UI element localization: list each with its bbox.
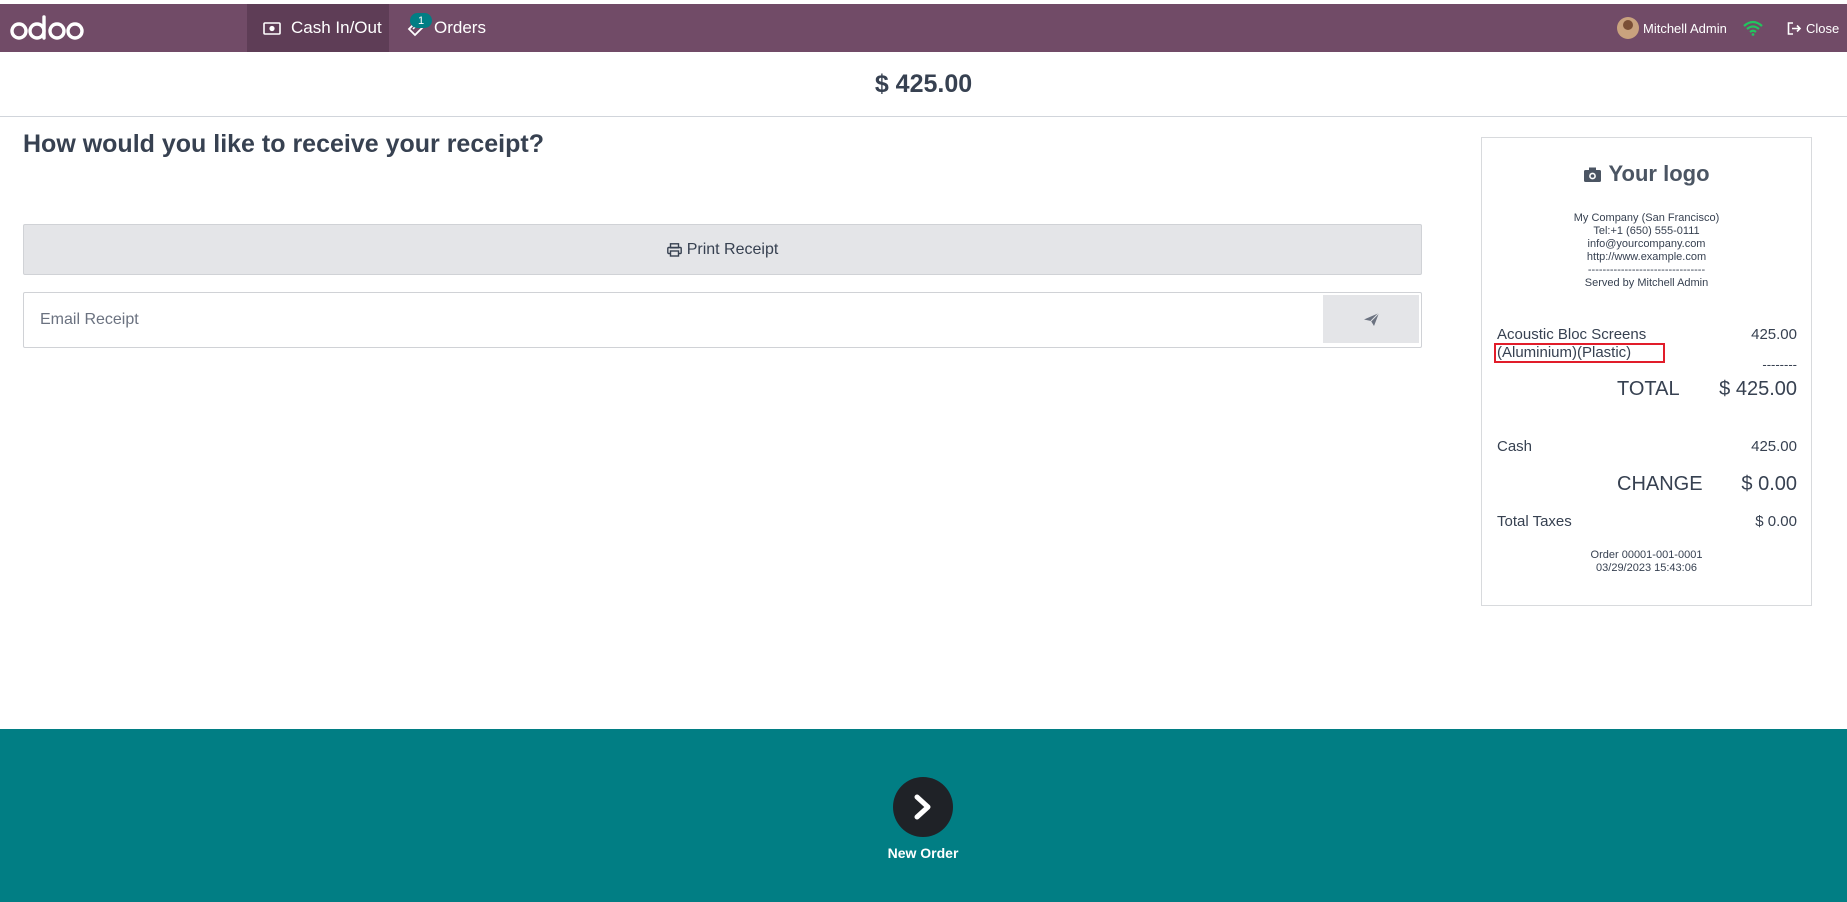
- camera-icon: [1584, 167, 1602, 182]
- order-info: Order 00001-001-0001 03/29/2023 15:43:06: [1482, 549, 1811, 575]
- chevron-right-icon: [914, 794, 931, 820]
- order-reference: Order 00001-001-0001: [1590, 549, 1703, 561]
- total-amount: $ 425.00: [874, 69, 973, 98]
- payment-amount-bar: $ 425.00: [0, 52, 1847, 117]
- print-icon: [666, 242, 682, 257]
- company-phone: Tel:+1 (650) 555-0111: [1593, 225, 1700, 237]
- user-menu[interactable]: Mitchell Admin: [1617, 4, 1727, 52]
- receipt-question-heading: How would you like to receive your recei…: [23, 130, 544, 158]
- orders-button[interactable]: Orders: [404, 4, 486, 52]
- close-button[interactable]: Close: [1787, 4, 1839, 52]
- header-separator: --------------------------------: [1587, 264, 1706, 276]
- receipt-preview: Your logo My Company (San Francisco) Tel…: [1481, 137, 1812, 606]
- email-receipt-group: [23, 292, 1422, 348]
- company-name: My Company (San Francisco): [1573, 212, 1720, 224]
- email-receipt-input[interactable]: [24, 293, 1324, 347]
- wifi-status[interactable]: [1743, 4, 1763, 52]
- paper-plane-icon: [1363, 312, 1379, 326]
- receipt-logo: Your logo: [1482, 161, 1811, 187]
- company-info: My Company (San Francisco) Tel:+1 (650) …: [1482, 212, 1811, 290]
- orderline-product-name: Acoustic Bloc Screens: [1497, 326, 1647, 343]
- cash-in-out-label: Cash In/Out: [291, 18, 382, 37]
- new-order-button[interactable]: [893, 777, 953, 837]
- avatar: [1617, 17, 1639, 39]
- total-label: TOTAL: [1617, 378, 1680, 400]
- new-order-label[interactable]: New Order: [823, 845, 1023, 861]
- change-label: CHANGE: [1617, 473, 1703, 495]
- user-name: Mitchell Admin: [1643, 20, 1727, 36]
- wifi-icon: [1743, 20, 1763, 36]
- total-separator: --------: [1762, 357, 1797, 372]
- top-navbar: Cash In/Out Orders 1 Mitchell Admin Clos…: [0, 4, 1847, 52]
- served-by: Served by Mitchell Admin: [1584, 277, 1709, 289]
- cash-in-out-button[interactable]: Cash In/Out: [247, 4, 389, 52]
- sign-out-icon: [1787, 21, 1802, 35]
- money-icon: [261, 21, 283, 35]
- payment-method-value: 425.00: [1751, 438, 1797, 455]
- company-website: http://www.example.com: [1586, 251, 1707, 263]
- attributes-highlight-box: [1494, 343, 1665, 363]
- send-email-button[interactable]: [1323, 295, 1419, 343]
- change-value: $ 0.00: [1741, 473, 1797, 495]
- print-receipt-label: Print Receipt: [686, 240, 779, 258]
- company-email: info@yourcompany.com: [1587, 238, 1706, 250]
- close-label: Close: [1806, 20, 1840, 36]
- orders-label: Orders: [434, 18, 486, 37]
- total-taxes-value: $ 0.00: [1755, 513, 1797, 530]
- order-date: 03/29/2023 15:43:06: [1596, 562, 1697, 574]
- print-receipt-button[interactable]: Print Receipt: [23, 224, 1422, 275]
- orderline-price: 425.00: [1751, 326, 1797, 343]
- odoo-logo[interactable]: [10, 14, 86, 44]
- orders-count-badge: 1: [410, 13, 432, 28]
- payment-method-label: Cash: [1497, 438, 1533, 455]
- logo-text: Your logo: [1608, 161, 1710, 186]
- total-taxes-label: Total Taxes: [1497, 513, 1572, 530]
- total-value: $ 425.00: [1719, 378, 1797, 400]
